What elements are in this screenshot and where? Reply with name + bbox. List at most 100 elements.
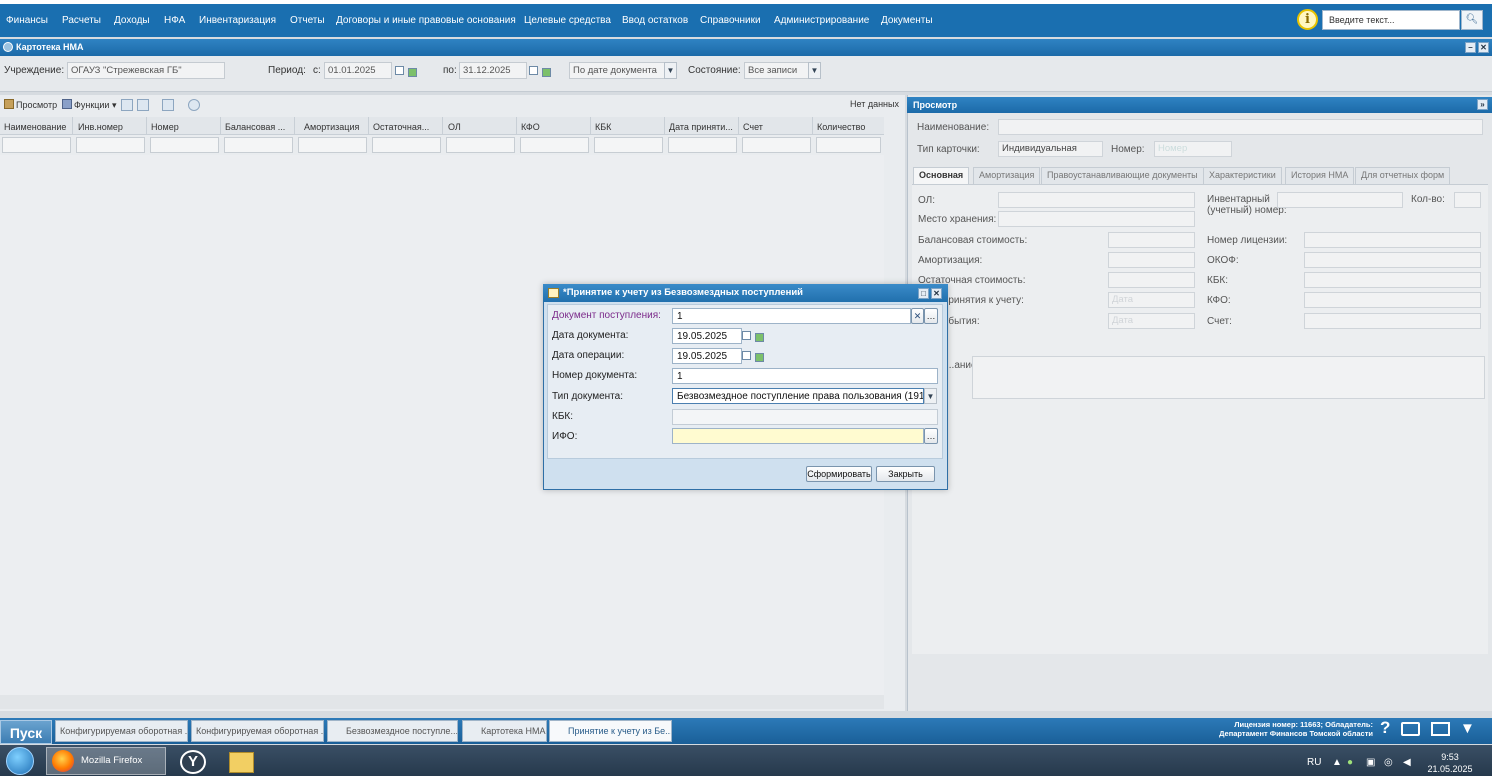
column-filter-input[interactable] — [668, 137, 737, 153]
info-icon[interactable]: i — [1297, 9, 1318, 30]
tab-amortization[interactable]: Амортизация — [973, 167, 1041, 184]
system-clock[interactable]: 9:53 21.05.2025 — [1425, 751, 1475, 775]
view-button[interactable]: Просмотр — [4, 99, 57, 110]
settings-icon[interactable] — [162, 99, 174, 111]
menu-contracts[interactable]: Договоры и иные правовые основания — [336, 15, 516, 26]
menu-inventory[interactable]: Инвентаризация — [199, 15, 276, 26]
print-icon[interactable] — [137, 99, 149, 111]
state-select[interactable]: Все записи — [744, 62, 809, 79]
column-header[interactable]: Остаточная... — [373, 122, 439, 132]
volume-icon[interactable]: ◀ — [1403, 757, 1411, 768]
network-icon[interactable]: ▣ — [1366, 757, 1375, 768]
column-header[interactable]: Счет — [743, 122, 809, 132]
calendar-icon[interactable] — [742, 351, 751, 360]
calendar-refresh-icon[interactable] — [755, 333, 764, 342]
column-filter-input[interactable] — [816, 137, 881, 153]
minimize-icon[interactable]: – — [1465, 42, 1476, 53]
menu-references[interactable]: Справочники — [700, 15, 761, 26]
calendar-refresh-icon[interactable] — [542, 68, 551, 77]
menu-documents[interactable]: Документы — [881, 15, 933, 26]
ellipsis-button[interactable]: … — [924, 428, 938, 444]
tab-nma-history[interactable]: История НМА — [1285, 167, 1355, 184]
tab-legal-documents[interactable]: Правоустанавливающие документы — [1041, 167, 1204, 184]
menu-administration[interactable]: Администрирование — [774, 15, 869, 26]
dialog-kbk-field[interactable] — [672, 409, 938, 425]
calendar-icon[interactable] — [395, 66, 404, 75]
clear-icon[interactable]: ✕ — [911, 308, 924, 324]
refresh-icon[interactable] — [188, 99, 200, 111]
column-filter-input[interactable] — [2, 137, 71, 153]
date-mode-select[interactable]: По дате документа — [569, 62, 665, 79]
tab-characteristics[interactable]: Характеристики — [1203, 167, 1282, 184]
chevron-down-icon[interactable]: ▼ — [808, 62, 821, 79]
menu-reports[interactable]: Отчеты — [290, 15, 325, 26]
search-input[interactable]: Введите текст... — [1322, 10, 1460, 30]
form-button[interactable]: Сформировать — [806, 466, 872, 482]
menu-income[interactable]: Доходы — [114, 15, 150, 26]
yandex-browser-icon[interactable]: Y — [180, 750, 206, 774]
institution-field[interactable]: ОГАУЗ "Стрежевская ГБ" — [67, 62, 225, 79]
column-header[interactable]: Дата приняти... — [669, 122, 735, 132]
taskbar-item-active[interactable]: Принятие к учету из Бе... — [549, 720, 672, 742]
chevron-down-icon[interactable]: ▼ — [924, 388, 937, 404]
sync-icon[interactable]: ◎ — [1384, 757, 1393, 768]
column-filter-input[interactable] — [372, 137, 441, 153]
taskbar-item[interactable]: Конфигурируемая оборотная ... — [191, 720, 324, 742]
column-filter-input[interactable] — [446, 137, 515, 153]
column-filter-input[interactable] — [742, 137, 811, 153]
period-from-field[interactable]: 01.01.2025 — [324, 62, 392, 79]
collapse-icon[interactable]: » — [1477, 99, 1488, 110]
tray-expand-icon[interactable]: ▲ — [1332, 757, 1342, 768]
column-filter-input[interactable] — [224, 137, 293, 153]
column-header[interactable]: ОЛ — [448, 122, 514, 132]
taskbar-item[interactable]: Безвозмездное поступле... — [327, 720, 458, 742]
functions-button[interactable]: Функции ▾ — [62, 99, 117, 111]
chevron-down-icon[interactable]: ▼ — [1460, 720, 1475, 737]
column-filter-input[interactable] — [298, 137, 367, 153]
close-icon[interactable]: ✕ — [1478, 42, 1489, 53]
period-to-field[interactable]: 31.12.2025 — [459, 62, 527, 79]
column-header[interactable]: Номер — [151, 122, 217, 132]
camera-icon[interactable] — [1401, 722, 1420, 736]
horizontal-scrollbar[interactable] — [0, 695, 884, 709]
maximize-icon[interactable]: □ — [918, 288, 929, 299]
column-header[interactable]: КФО — [521, 122, 587, 132]
close-icon[interactable]: ✕ — [931, 288, 942, 299]
column-filter-input[interactable] — [150, 137, 219, 153]
mail-icon[interactable] — [1431, 722, 1450, 736]
menu-targeted-funds[interactable]: Целевые средства — [524, 15, 611, 26]
calendar-icon[interactable] — [529, 66, 538, 75]
folder-icon[interactable] — [229, 752, 254, 773]
column-header[interactable]: Амортизация — [304, 122, 366, 132]
column-header[interactable]: Балансовая ... — [225, 122, 291, 132]
taskbar-item[interactable]: Картотека НМА — [462, 720, 547, 742]
windows-start-icon[interactable] — [6, 747, 34, 775]
list-icon[interactable] — [121, 99, 133, 111]
menu-finance[interactable]: Финансы — [6, 15, 48, 26]
calendar-refresh-icon[interactable] — [755, 353, 764, 362]
column-filter-input[interactable] — [594, 137, 663, 153]
column-header[interactable]: Инв.номер — [78, 122, 144, 132]
column-header[interactable]: Количество — [817, 122, 883, 132]
taskbar-item[interactable]: Конфигурируемая оборотная ... — [55, 720, 188, 742]
menu-balances-input[interactable]: Ввод остатков — [622, 15, 688, 26]
menu-calculations[interactable]: Расчеты — [62, 15, 101, 26]
calendar-icon[interactable] — [742, 331, 751, 340]
document-date-field[interactable]: 19.05.2025 — [672, 328, 742, 344]
tray-app-icon[interactable]: ● — [1347, 757, 1353, 768]
operation-date-field[interactable]: 19.05.2025 — [672, 348, 742, 364]
receipt-document-field[interactable]: 1 — [672, 308, 911, 324]
column-filter-input[interactable] — [520, 137, 589, 153]
ifo-field[interactable] — [672, 428, 924, 444]
document-type-select[interactable]: Безвозмездное поступление права пользова… — [672, 388, 924, 404]
column-header[interactable]: Наименование — [4, 122, 70, 132]
language-indicator[interactable]: RU — [1307, 757, 1321, 768]
search-icon[interactable]: 🔍︎ — [1461, 10, 1483, 30]
calendar-refresh-icon[interactable] — [408, 68, 417, 77]
help-icon[interactable]: ? — [1380, 718, 1390, 738]
column-filter-input[interactable] — [76, 137, 145, 153]
tab-main[interactable]: Основная — [913, 167, 970, 184]
menu-nfa[interactable]: НФА — [164, 15, 185, 26]
chevron-down-icon[interactable]: ▼ — [664, 62, 677, 79]
start-button[interactable]: Пуск — [0, 720, 52, 744]
